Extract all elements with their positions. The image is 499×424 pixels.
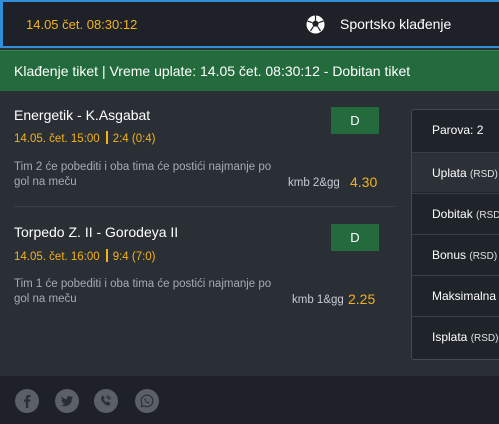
match-meta: 14.05. čet. 16:00 9:4 (7:0) (14, 249, 156, 263)
match-market: kmb 1&gg (292, 294, 344, 306)
currency-unit: (RSD) (469, 251, 498, 262)
match-description: Tim 2 će pobediti i oba tima će postići … (14, 161, 272, 188)
match-odd: 4.30 (350, 174, 378, 190)
match-divider (14, 206, 395, 207)
currency-unit: (RSD) (470, 333, 499, 344)
whatsapp-icon[interactable] (135, 389, 159, 413)
viber-icon[interactable] (94, 389, 118, 413)
match-score: 2:4 (0:4) (112, 133, 156, 145)
summary-payment-label: Uplata (432, 166, 467, 180)
match-pick-badge: D (331, 224, 379, 251)
summary-pairs-label: Parova: 2 (432, 123, 484, 137)
match-odd: 2.25 (348, 291, 376, 307)
match-description: Tim 1 će pobediti i oba tima će postići … (14, 278, 272, 305)
summary-payment: Uplata (RSD) (412, 152, 499, 192)
match-market: kmb 2&gg (288, 177, 340, 189)
separator (105, 249, 108, 262)
currency-unit: (RSD) (470, 169, 498, 180)
summary-max-label: Maksimalna i (432, 289, 499, 303)
match-teams: Energetik - K.Asgabat (14, 107, 151, 123)
ticket-header: Klađenje tiket | Vreme uplate: 14.05 čet… (0, 50, 499, 91)
separator (105, 131, 108, 144)
currency-unit: (RSD (476, 210, 499, 221)
match-meta: 14.05. čet. 15:00 2:4 (0:4) (14, 131, 156, 145)
summary-win: Dobitak (RSD (412, 193, 499, 233)
ticket-summary-panel: Parova: 2 Uplata (RSD) Dobitak (RSD Bonu… (411, 109, 499, 360)
facebook-icon[interactable] (15, 389, 39, 413)
summary-bonus-label: Bonus (432, 248, 467, 262)
summary-bonus: Bonus (RSD) (412, 234, 499, 274)
match-pick-badge: D (331, 107, 379, 134)
match-date: 14.05. čet. 15:00 (14, 133, 100, 145)
match-teams: Torpedo Z. II - Gorodeya II (14, 224, 179, 240)
current-datetime: 14.05 čet. 08:30:12 (26, 17, 138, 32)
soccer-ball-icon (305, 14, 326, 35)
summary-payout-label: Isplata (432, 330, 468, 344)
summary-pairs: Parova: 2 (412, 110, 499, 150)
summary-payout: Isplata (RSD) (412, 316, 499, 356)
match-date: 14.05. čet. 16:00 (14, 251, 100, 263)
ticket-header-text: Klađenje tiket | Vreme uplate: 14.05 čet… (14, 63, 411, 79)
summary-max: Maksimalna i (412, 275, 499, 315)
top-bar: 14.05 čet. 08:30:12 Sportsko klađenje (0, 0, 499, 48)
twitter-icon[interactable] (55, 389, 79, 413)
sports-betting-link[interactable]: Sportsko klađenje (340, 16, 451, 32)
match-score: 9:4 (7:0) (112, 251, 156, 263)
summary-win-label: Dobitak (432, 207, 473, 221)
